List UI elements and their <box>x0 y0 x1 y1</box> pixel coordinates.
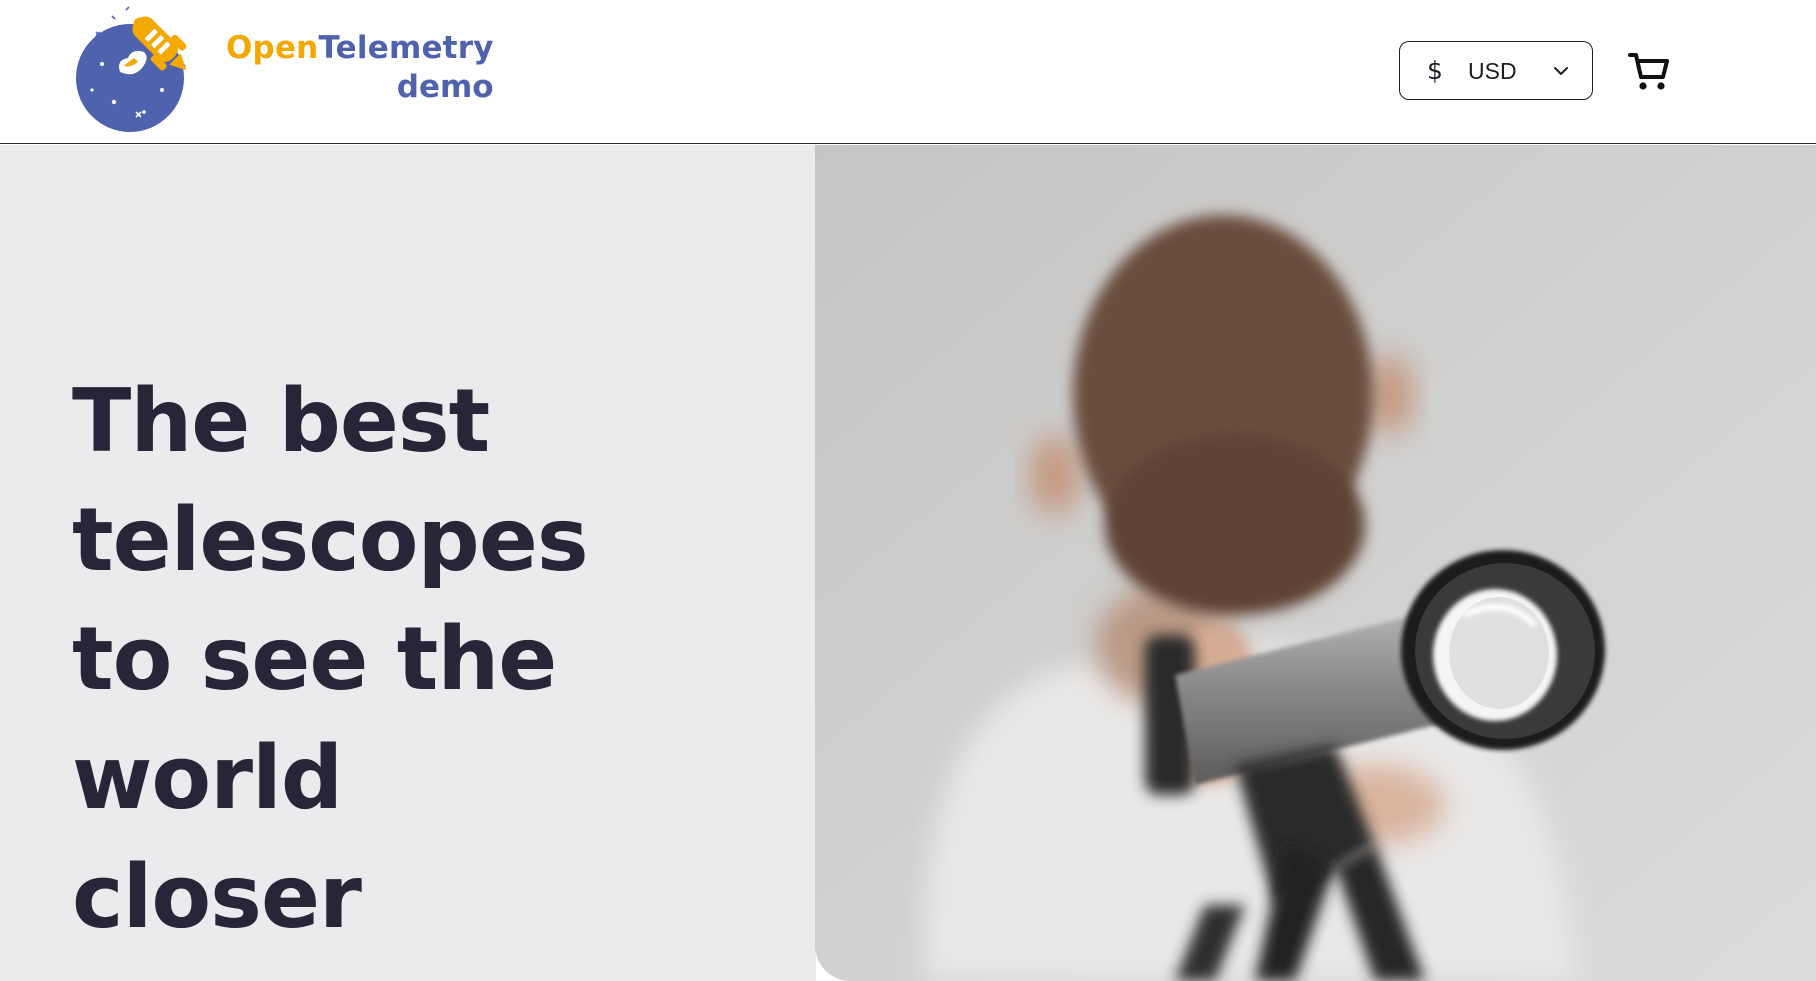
hero-photo <box>815 145 1816 981</box>
currency-code: USD <box>1468 58 1517 84</box>
logo-word-open: Open <box>226 30 319 66</box>
shopping-cart-icon[interactable] <box>1627 49 1671 93</box>
logo-wordmark: OpenTelemetry demo <box>226 33 494 103</box>
logo-word-telemetry: Telemetry <box>318 30 494 66</box>
currency-selector[interactable]: $ USD <box>1399 41 1593 100</box>
site-header: OpenTelemetry demo $ USD <box>0 0 1816 144</box>
chevron-down-icon <box>1554 67 1568 75</box>
logo-word-demo: demo <box>396 69 494 105</box>
hero-image <box>815 145 1816 981</box>
rocket-logo-icon <box>76 6 187 132</box>
logo-link[interactable]: OpenTelemetry demo <box>72 2 494 134</box>
hero-title: The best telescopes to see the world clo… <box>72 370 589 948</box>
currency-symbol: $ <box>1427 56 1443 85</box>
